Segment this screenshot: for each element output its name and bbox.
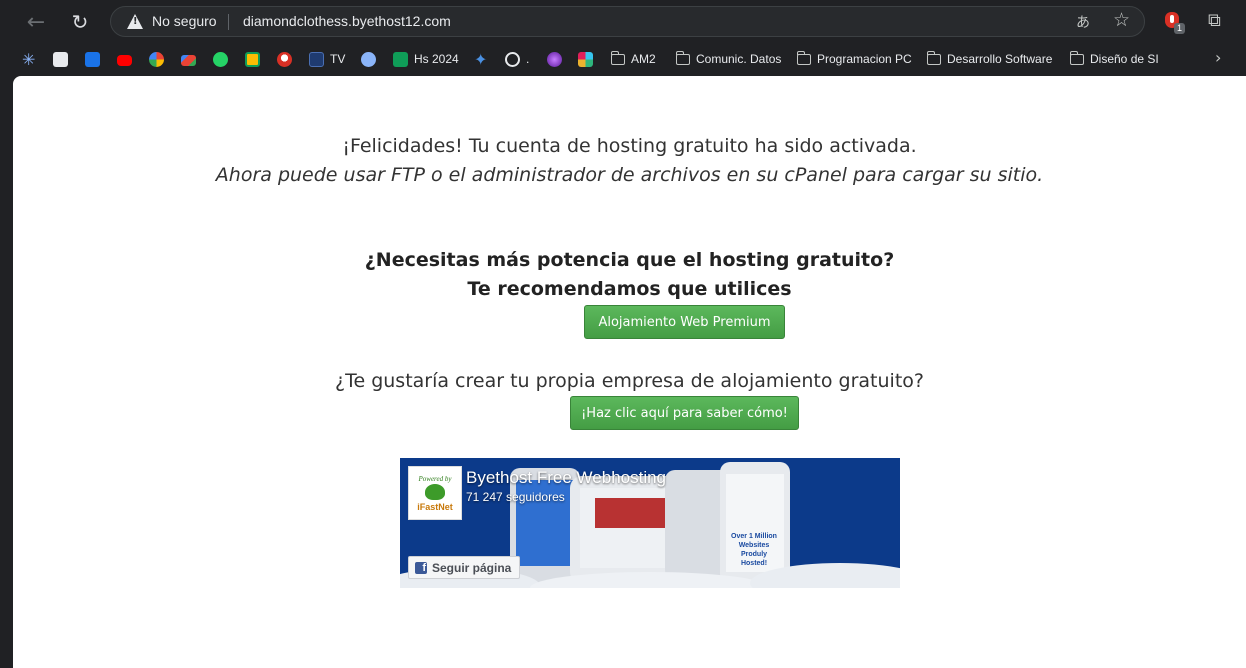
bookmark-label: Diseño de SI bbox=[1090, 52, 1159, 66]
address-bar[interactable]: No seguro diamondclothess.byethost12.com… bbox=[110, 6, 1145, 37]
bookmark-label: . bbox=[526, 52, 530, 66]
bookmark-1[interactable] bbox=[53, 50, 68, 68]
bookmark-star-icon[interactable]: ☆ bbox=[1113, 9, 1130, 31]
tv-icon bbox=[309, 51, 324, 67]
bookmark-17[interactable]: Comunic. Datos bbox=[675, 50, 782, 68]
asterisk-icon: ✳ bbox=[22, 49, 36, 69]
facebook-page-widget[interactable]: Powered by iFastNet Byethost Free Webhos… bbox=[400, 458, 900, 588]
facebook-icon: f bbox=[415, 561, 427, 574]
back-button[interactable]: ← bbox=[20, 6, 52, 38]
bookmark-label: Desarrollo Software bbox=[947, 52, 1053, 66]
logo-brand: iFastNet bbox=[417, 502, 453, 512]
address-divider bbox=[228, 14, 229, 30]
chatgpt-icon bbox=[505, 51, 520, 67]
bookmark-9[interactable]: TV bbox=[309, 50, 345, 68]
bookmark-2[interactable] bbox=[85, 50, 100, 68]
reload-button[interactable]: ↻ bbox=[64, 6, 96, 38]
bookmarks-bar: ✳ TV Hs 2024 ✦ . AM2 Comunic. Datos Prog… bbox=[0, 44, 1246, 74]
bookmark-label: Programacion PC bbox=[817, 52, 912, 66]
extension-shield-button[interactable]: 1 bbox=[1163, 11, 1185, 34]
google-icon bbox=[149, 51, 164, 67]
slack-icon bbox=[578, 51, 593, 67]
whatsapp-icon bbox=[213, 51, 228, 67]
warning-icon[interactable] bbox=[127, 14, 143, 29]
facebook-followers-count: 71 247 seguidores bbox=[466, 490, 565, 504]
translate-icon[interactable]: あ bbox=[1076, 12, 1090, 32]
google-classroom-alt-icon bbox=[245, 51, 260, 67]
extensions-puzzle-icon[interactable]: ⧉ bbox=[1208, 10, 1221, 31]
bookmark-10[interactable] bbox=[361, 50, 376, 68]
folder-icon bbox=[926, 50, 941, 65]
ftp-instructions: Ahora puede usar FTP o el administrador … bbox=[215, 164, 1044, 186]
bookmark-0[interactable]: ✳ bbox=[22, 50, 37, 68]
bookmark-6[interactable] bbox=[213, 50, 228, 68]
gemini-icon: ✦ bbox=[474, 49, 488, 69]
bookmark-13[interactable]: . bbox=[505, 50, 529, 68]
bookmark-15[interactable] bbox=[578, 50, 593, 68]
upsell-subheading: Te recomendamos que utilices bbox=[467, 278, 792, 300]
arrow-left-icon: ← bbox=[26, 9, 46, 35]
folder-icon bbox=[1069, 50, 1084, 65]
orb-icon bbox=[547, 51, 562, 67]
bookmark-label: Comunic. Datos bbox=[696, 52, 782, 66]
frog-icon bbox=[425, 484, 445, 500]
bookmark-11[interactable]: Hs 2024 bbox=[393, 50, 459, 68]
sheets-icon bbox=[393, 51, 408, 67]
bookmark-7[interactable] bbox=[245, 50, 260, 68]
bookmark-8[interactable] bbox=[277, 50, 292, 68]
bookmark-3[interactable] bbox=[117, 50, 132, 68]
folder-icon bbox=[796, 50, 811, 65]
url-text[interactable]: diamondclothess.byethost12.com bbox=[243, 13, 451, 29]
web-page: ¡Felicidades! Tu cuenta de hosting gratu… bbox=[13, 76, 1246, 668]
follow-page-label: Seguir página bbox=[432, 560, 512, 575]
reload-icon: ↻ bbox=[71, 10, 89, 34]
ifastnet-logo[interactable]: Powered by iFastNet bbox=[408, 466, 462, 520]
document-icon bbox=[53, 51, 68, 67]
follow-page-button[interactable]: f Seguir página bbox=[408, 556, 521, 579]
folder-icon bbox=[675, 50, 690, 65]
learn-how-button[interactable]: ¡Haz clic aquí para saber cómo! bbox=[570, 396, 799, 430]
youtube-icon bbox=[117, 54, 132, 66]
bookmark-label: AM2 bbox=[631, 52, 656, 66]
bookmark-19[interactable]: Desarrollo Software bbox=[926, 50, 1053, 68]
bookmark-label: Hs 2024 bbox=[414, 52, 459, 66]
congrats-message: ¡Felicidades! Tu cuenta de hosting gratu… bbox=[342, 135, 917, 157]
reseller-question: ¿Te gustaría crear tu propia empresa de … bbox=[335, 370, 924, 392]
premium-hosting-button[interactable]: Alojamiento Web Premium bbox=[584, 305, 785, 339]
bookmark-12[interactable]: ✦ bbox=[474, 50, 489, 68]
bookmark-20[interactable]: Diseño de SI bbox=[1069, 50, 1159, 68]
upsell-heading: ¿Necesitas más potencia que el hosting g… bbox=[364, 249, 895, 271]
bookmark-16[interactable]: AM2 bbox=[610, 50, 656, 68]
gmail-icon bbox=[181, 54, 196, 66]
game-icon bbox=[277, 51, 292, 67]
security-label[interactable]: No seguro bbox=[152, 13, 217, 29]
chevron-right-icon[interactable]: › bbox=[1215, 48, 1221, 67]
browser-toolbar: ← ↻ No seguro diamondclothess.byethost12… bbox=[0, 0, 1246, 44]
google-classroom-icon bbox=[85, 51, 100, 67]
bookmark-4[interactable] bbox=[149, 50, 164, 68]
globe-icon bbox=[361, 51, 376, 67]
folder-icon bbox=[610, 50, 625, 65]
logo-tagline: Powered by bbox=[418, 475, 452, 483]
bookmark-18[interactable]: Programacion PC bbox=[796, 50, 912, 68]
bookmark-label: TV bbox=[330, 52, 346, 66]
facebook-page-title[interactable]: Byethost Free Webhosting bbox=[466, 468, 666, 488]
extension-badge: 1 bbox=[1174, 23, 1185, 34]
banner-text: Over 1 Million Websites Produly Hosted! bbox=[731, 533, 777, 567]
bookmark-5[interactable] bbox=[181, 50, 196, 68]
bookmark-14[interactable] bbox=[547, 50, 562, 68]
